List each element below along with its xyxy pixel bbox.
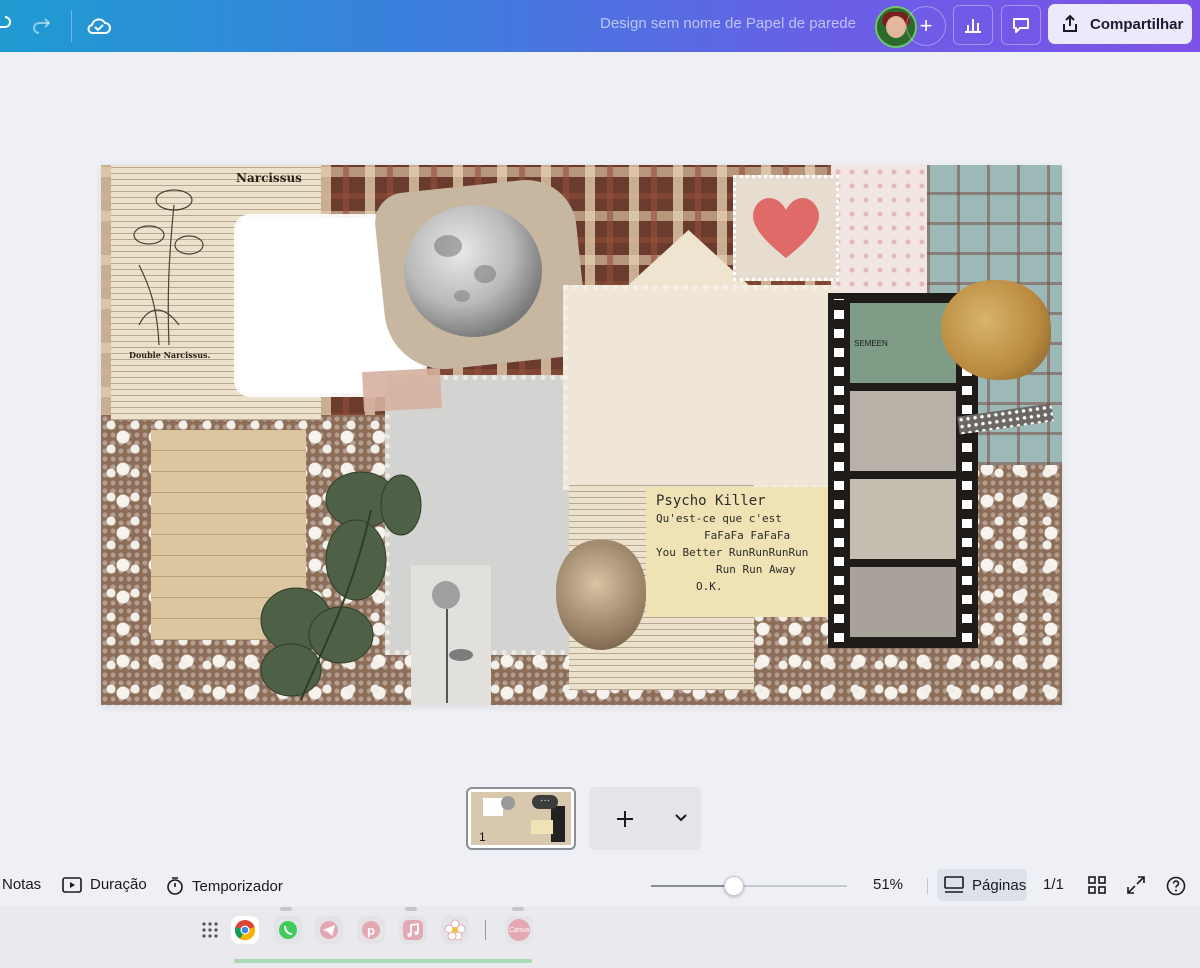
heart-icon: [753, 198, 819, 258]
zoom-slider[interactable]: [651, 876, 847, 896]
duration-label: Duração: [90, 876, 147, 893]
newsprint-caption: Double Narcissus.: [129, 350, 211, 360]
telegram-icon[interactable]: [315, 916, 343, 944]
help-icon: [1166, 876, 1186, 896]
anatomical-heart: [556, 540, 646, 650]
apps-grid-icon[interactable]: [196, 916, 224, 944]
moon-image: [404, 205, 542, 337]
insights-button[interactable]: [953, 5, 993, 45]
film-frame-2: [850, 391, 956, 471]
chart-icon: [965, 19, 981, 33]
fullscreen-button[interactable]: [1127, 876, 1145, 894]
timer-label: Temporizador: [192, 877, 283, 895]
plus-icon: +: [919, 13, 933, 38]
undo-icon[interactable]: [0, 10, 18, 42]
dock-divider: [485, 920, 486, 940]
plus-icon: [617, 811, 633, 827]
note-line-3: FaFaFa FaFaFa: [704, 529, 791, 542]
flower-illustration: [133, 189, 204, 345]
cream-card: [563, 285, 838, 490]
zoom-value[interactable]: 51%: [873, 876, 903, 893]
divider: [927, 878, 928, 894]
page-count: 1/1: [1043, 876, 1064, 893]
toolbar-divider: [71, 10, 72, 42]
pink-tape: [362, 367, 442, 413]
svg-text:p: p: [367, 923, 375, 938]
page-number: 1: [479, 830, 486, 844]
pages-icon: [944, 876, 964, 893]
note-line-6: O.K.: [696, 580, 723, 593]
rose-photo: [411, 565, 491, 705]
handwritten-note: Psycho Killer Qu'est-ce que c'est FaFaFa…: [646, 487, 851, 617]
grid-view-button[interactable]: [1088, 876, 1106, 894]
note-line-5: Run Run Away: [716, 563, 796, 576]
canva-icon[interactable]: Canva: [505, 916, 533, 944]
newsprint-heading: Narcissus: [236, 171, 302, 185]
top-toolbar: Design sem nome de Papel de parede + Com…: [0, 0, 1200, 52]
notes-button[interactable]: Notas: [2, 876, 41, 893]
home-indicator: [234, 959, 532, 963]
whatsapp-icon[interactable]: [274, 916, 302, 944]
add-page-button[interactable]: [589, 787, 701, 850]
share-button[interactable]: Compartilhar: [1048, 4, 1192, 44]
help-button[interactable]: [1166, 876, 1186, 896]
film-frame-4: [850, 567, 956, 637]
document-title[interactable]: Design sem nome de Papel de parede: [600, 15, 856, 32]
bottom-toolbar: Notas Duração Temporizador 51% Páginas 1…: [0, 866, 1200, 906]
note-line-1: Psycho Killer: [656, 493, 766, 509]
pinterest-icon[interactable]: p: [357, 916, 385, 944]
note-line-4: You Better RunRunRunRun: [656, 546, 809, 559]
flower-app-icon[interactable]: [441, 916, 469, 944]
chevron-down-icon[interactable]: [674, 813, 688, 823]
timer-button[interactable]: Temporizador: [166, 876, 283, 896]
zoom-slider-knob[interactable]: [724, 876, 744, 896]
duration-button[interactable]: Duração: [62, 876, 147, 893]
grid-icon: [1088, 876, 1106, 894]
zoom-slider-fill: [651, 885, 733, 887]
note-line-2: Qu'est-ce que c'est: [656, 512, 782, 525]
share-icon: [1063, 14, 1077, 32]
cloud-saved-icon[interactable]: [83, 10, 115, 42]
music-icon[interactable]: [399, 916, 427, 944]
canva-label: Canva: [508, 926, 530, 934]
page-more-button[interactable]: ···: [532, 795, 558, 809]
comment-button[interactable]: [1001, 5, 1041, 45]
heart-stamp: [733, 175, 839, 281]
film-frame-ticket: SEMEEN: [850, 303, 956, 383]
notes-label: Notas: [2, 876, 42, 893]
page-thumbnail[interactable]: ··· 1: [466, 787, 576, 850]
film-frame-3: [850, 479, 956, 559]
rose-illustration: [432, 581, 473, 703]
avatar-face: [886, 16, 906, 38]
chrome-icon[interactable]: [231, 916, 259, 944]
eucalyptus-leaves: [260, 471, 422, 701]
redo-icon[interactable]: [26, 10, 58, 42]
design-canvas[interactable]: Narcissus Double Narcissus. Psycho Kille…: [101, 165, 1062, 705]
play-icon: [62, 876, 82, 893]
film-holes-left: [834, 299, 844, 642]
comment-icon: [1013, 18, 1029, 33]
dried-rose: [941, 280, 1051, 380]
add-collaborator-button[interactable]: +: [906, 6, 946, 46]
share-label: Compartilhar: [1090, 15, 1184, 33]
expand-icon: [1127, 876, 1145, 894]
pages-label: Páginas: [972, 876, 1027, 894]
timer-icon: [167, 877, 183, 895]
app-dock: p Canva: [0, 906, 1200, 968]
pages-button[interactable]: Páginas: [937, 869, 1027, 901]
